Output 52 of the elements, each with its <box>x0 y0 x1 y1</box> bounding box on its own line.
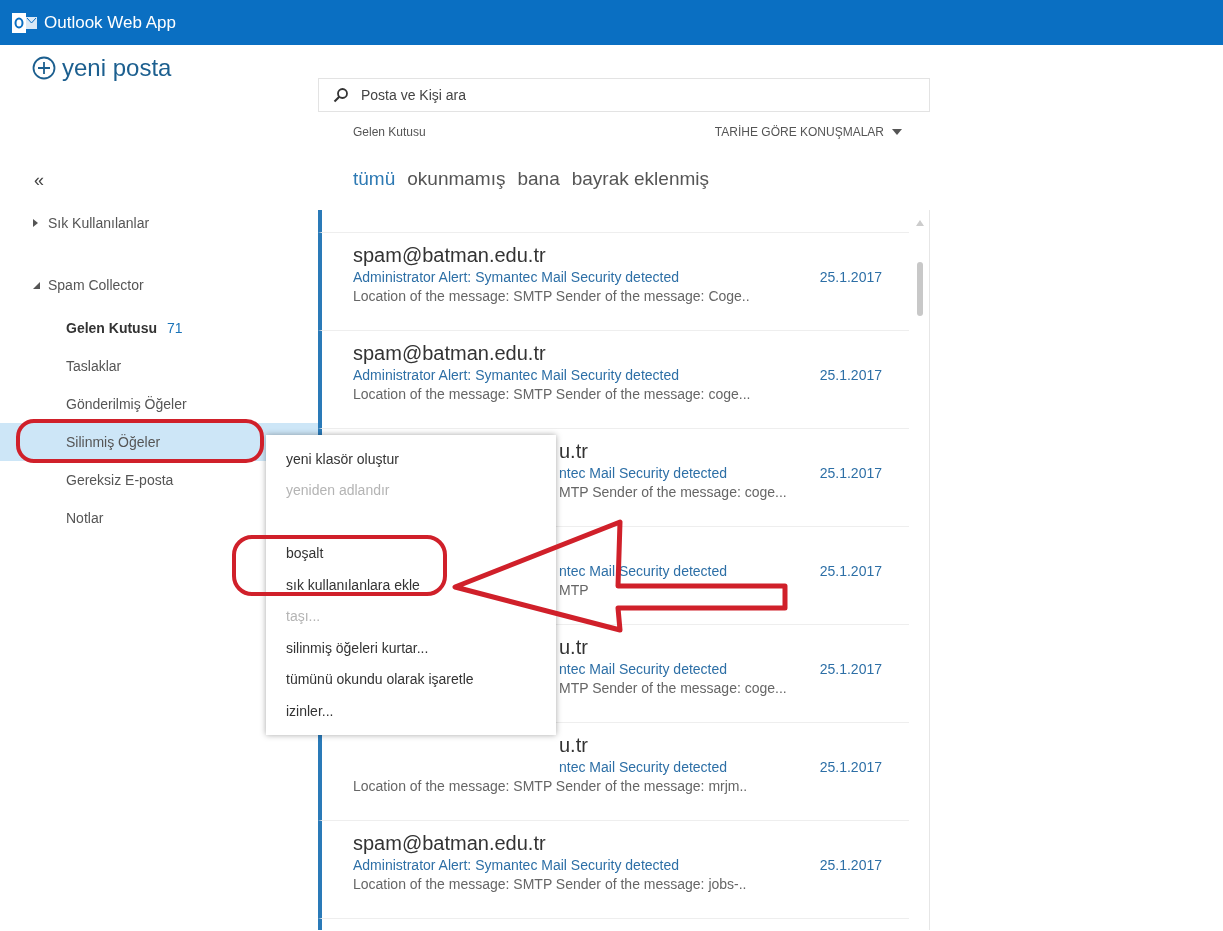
collapsed-triangle-icon <box>32 219 40 227</box>
folder-item[interactable]: Gelen Kutusu 71 <box>0 309 318 347</box>
message-preview: Location of the message: SMTP Sender of the message: coge... <box>353 385 751 404</box>
filter-tab[interactable]: okunmamış <box>407 168 506 190</box>
scroll-up-icon[interactable] <box>916 220 924 226</box>
message-date: 25.1.2017 <box>819 856 882 875</box>
message-preview: Location of the message: SMTP Sender of the message: jobs-.. <box>353 875 747 894</box>
scrollbar-thumb[interactable] <box>917 262 923 316</box>
folder-heading: Gelen Kutusu <box>353 125 426 139</box>
message-item[interactable]: spam@batman.edu.tr Administrator Alert: Symantec Mail Security detected 25.1.2017 Location of the message: SMTP Sender of the message: coge... <box>318 331 909 429</box>
message-date: 25.1.2017 <box>819 758 882 777</box>
search-field[interactable]: Posta ve Kişi ara <box>318 78 930 112</box>
expanded-triangle-icon <box>32 281 40 289</box>
message-subject: Administrator Alert: Symantec Mail Security detected <box>353 856 680 875</box>
dropdown-caret-icon <box>892 129 902 135</box>
plus-circle-icon <box>32 56 56 80</box>
filter-tab[interactable]: bana <box>517 168 560 190</box>
sender-name: u.tr <box>559 635 588 660</box>
search-icon[interactable] <box>333 87 349 103</box>
filter-tab[interactable]: bayrak eklenmiş <box>571 168 709 190</box>
folder-item[interactable]: Gönderilmiş Öğeler <box>0 385 318 423</box>
message-preview: Location of the message: SMTP Sender of the message: mrjm.. <box>353 777 748 796</box>
message-preview: MTP Sender of the message: coge... <box>559 483 787 502</box>
message-date: 25.1.2017 <box>819 464 882 483</box>
sender-name: spam@batman.edu.tr <box>353 341 546 366</box>
message-preview: MTP <box>559 581 589 600</box>
collapse-pane-button[interactable]: « <box>34 170 44 191</box>
sender-name: spam@batman.edu.tr <box>353 243 546 268</box>
message-date: 25.1.2017 <box>819 562 882 581</box>
sender-name: spam@batman.edu.tr <box>353 831 546 856</box>
message-subject: Administrator Alert: Symantec Mail Security detected <box>353 366 680 385</box>
sort-dropdown[interactable]: TARİHE GÖRE KONUŞMALAR <box>714 125 902 139</box>
message-subject: Administrator Alert: Symantec Mail Security detected <box>353 268 680 287</box>
filter-tab[interactable]: tümü <box>353 168 396 190</box>
folder-group[interactable]: Sık Kullanılanlar <box>0 211 318 235</box>
message-subject: ntec Mail Security detected <box>559 758 728 777</box>
sender-name: u.tr <box>559 733 588 758</box>
message-preview: Location of the message: SMTP Sender of the message: Coge.. <box>353 287 750 306</box>
message-subject: ntec Mail Security detected <box>559 464 728 483</box>
message-date: 25.1.2017 <box>819 660 882 679</box>
app-title: Outlook Web App <box>44 12 176 33</box>
outlook-logo-icon <box>12 11 38 34</box>
message-item[interactable]: spam@batman.edu.tr Administrator Alert: Symantec Mail Security detected 25.1.2017 Location of the message: SMTP Sender of the message: jobs-.. <box>318 821 909 919</box>
new-mail-button[interactable]: yeni posta <box>32 54 172 82</box>
message-date: 25.1.2017 <box>819 366 882 385</box>
message-preview: MTP Sender of the message: coge... <box>559 679 787 698</box>
message-subject: ntec Mail Security detected <box>559 660 728 679</box>
message-date: 25.1.2017 <box>819 268 882 287</box>
folder-group[interactable]: Spam Collector <box>0 273 318 297</box>
message-item[interactable]: spam@batman.edu.tr Administrator Alert: Symantec Mail Security detected 25.1.2017 Location of the message: SMTP Sender of the message: Coge.. <box>318 233 909 331</box>
folder-item[interactable]: Taslaklar <box>0 347 318 385</box>
sender-name: u.tr <box>559 439 588 464</box>
